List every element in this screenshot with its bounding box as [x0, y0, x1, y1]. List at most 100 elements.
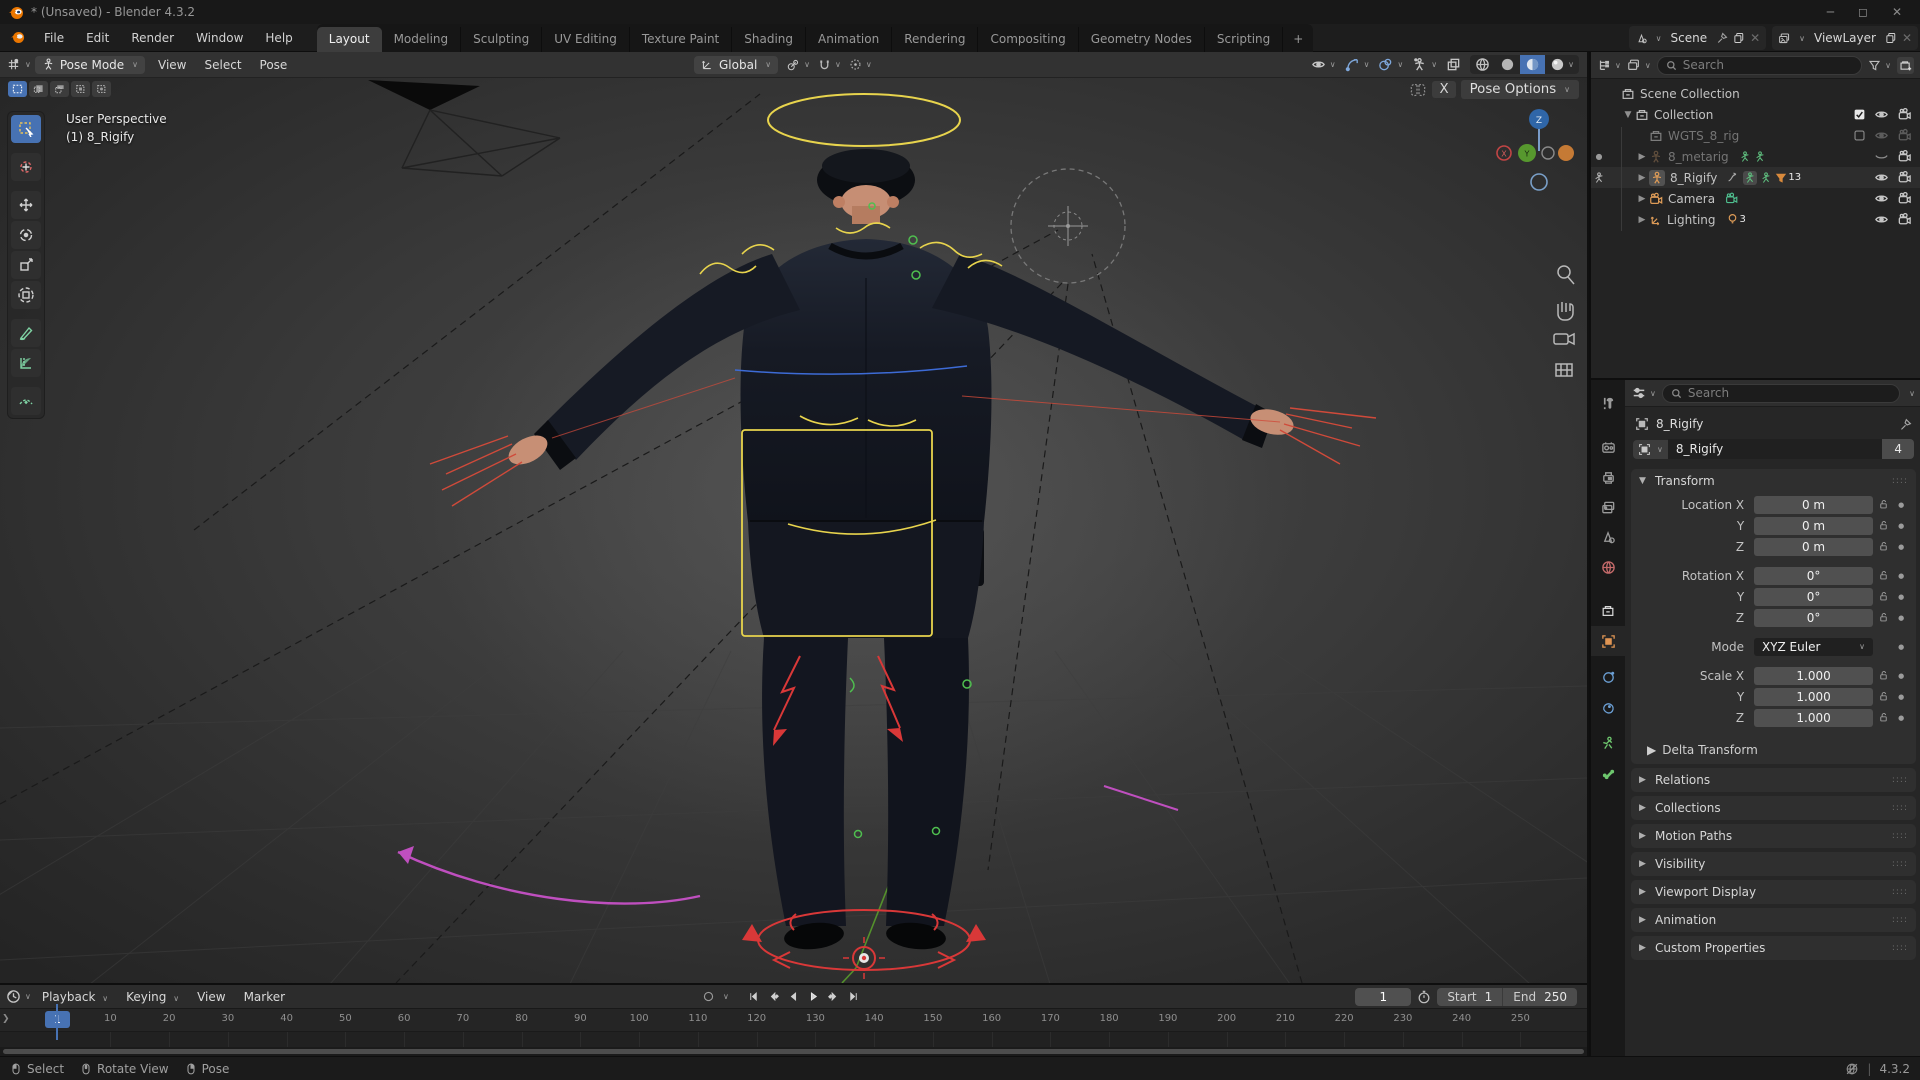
snap-magnet-dropdown[interactable]: ∨ — [818, 58, 841, 71]
shading-wireframe-button[interactable] — [1470, 55, 1495, 74]
tab-geometry-nodes[interactable]: Geometry Nodes — [1079, 26, 1205, 52]
display-mode-icon[interactable]: ∨ — [1627, 58, 1651, 72]
scrollbar-thumb[interactable] — [3, 1049, 1584, 1054]
xray-figure-toggle[interactable]: ∨ — [1412, 57, 1437, 72]
transform-panel-header[interactable]: ▼ Transform :::: — [1631, 469, 1916, 493]
panel-header[interactable]: ▶ Custom Properties:::: — [1631, 936, 1916, 960]
drag-handle-icon[interactable]: :::: — [1892, 887, 1908, 897]
funnel-filter-icon[interactable]: ∨ — [1868, 59, 1891, 72]
app-menu-icon[interactable] — [0, 29, 26, 46]
select-mode-intersect[interactable] — [92, 81, 111, 97]
tool-move[interactable] — [11, 191, 41, 219]
properties-tab-scene[interactable] — [1591, 522, 1625, 552]
pin-icon[interactable] — [1899, 418, 1912, 431]
chevron-down-icon[interactable]: ▼ — [1621, 110, 1635, 120]
tab-rendering[interactable]: Rendering — [892, 26, 979, 52]
timeline-editor-icon[interactable]: ∨ — [6, 989, 31, 1004]
funnel-orange-icon[interactable] — [1775, 172, 1787, 184]
chevron-right-icon[interactable]: ▶ — [1635, 215, 1649, 225]
properties-tab-physics[interactable] — [1591, 692, 1625, 722]
viewport-menu-select[interactable]: Select — [196, 55, 251, 75]
outliner-search-input[interactable]: Search — [1656, 55, 1863, 75]
properties-search-input[interactable]: Search — [1661, 383, 1901, 403]
value-field[interactable]: 0 m — [1754, 495, 1873, 514]
datablock-name-field[interactable]: 8_Rigify — [1667, 439, 1883, 459]
network-offline-icon[interactable] — [1845, 1062, 1859, 1076]
animate-dot-icon[interactable]: ● — [1894, 643, 1908, 651]
tab-texture-paint[interactable]: Texture Paint — [630, 26, 733, 52]
value-field[interactable]: 1.000 — [1754, 687, 1873, 706]
lock-icon[interactable] — [1873, 541, 1894, 552]
properties-tab-output[interactable] — [1591, 462, 1625, 492]
checkbox-on-icon[interactable] — [1853, 108, 1866, 121]
animate-dot-icon[interactable]: ● — [1894, 614, 1908, 622]
properties-tab-object-data[interactable] — [1591, 728, 1625, 758]
current-frame-field[interactable]: 1 — [1355, 987, 1412, 1006]
outliner-row[interactable]: ▶ Camera — [1591, 188, 1920, 209]
select-mode-set[interactable] — [8, 81, 27, 97]
title-bar[interactable]: * (Unsaved) - Blender 4.3.2 ─ ◻ ✕ — [0, 0, 1920, 24]
animate-dot-icon[interactable]: ● — [1894, 522, 1908, 530]
outliner-item-label[interactable]: 8_Rigify — [1670, 171, 1717, 185]
play-button[interactable] — [805, 989, 822, 1005]
value-field[interactable]: 1.000 — [1754, 666, 1873, 685]
orientation-dropdown[interactable]: Global ∨ — [694, 55, 779, 74]
maximize-icon[interactable]: ◻ — [1858, 5, 1868, 19]
prev-key-button[interactable] — [765, 989, 782, 1005]
panel-header[interactable]: ▶ Visibility:::: — [1631, 852, 1916, 876]
properties-tab-collection[interactable] — [1591, 596, 1625, 626]
pose-figure-grn-icon[interactable] — [1760, 171, 1772, 184]
viewlayer-selector[interactable]: ∨ ViewLayer ✕ — [1772, 26, 1918, 50]
filter-tree-icon[interactable]: ∨ — [1597, 58, 1621, 72]
tool-transform[interactable] — [11, 281, 41, 309]
outliner-item-label[interactable]: Scene Collection — [1640, 87, 1740, 101]
end-frame-field[interactable]: End 250 — [1502, 987, 1577, 1006]
properties-tab-render[interactable] — [1591, 432, 1625, 462]
viewlayer-name[interactable]: ViewLayer — [1810, 31, 1880, 45]
camera-restrict-icon[interactable] — [1897, 107, 1912, 122]
add-workspace-tab[interactable]: + — [1283, 27, 1313, 52]
close-icon[interactable]: ✕ — [1892, 5, 1902, 19]
tab-scripting[interactable]: Scripting — [1205, 26, 1284, 52]
proportional-edit-dropdown[interactable]: ∨ — [849, 58, 872, 71]
checkbox-off-icon[interactable] — [1853, 129, 1866, 142]
copy-icon[interactable] — [1733, 32, 1745, 44]
properties-tab-constraints[interactable] — [1591, 662, 1625, 692]
shading-solid-button[interactable] — [1495, 55, 1520, 74]
outliner-row[interactable]: WGTS_8_rig — [1591, 125, 1920, 146]
drag-handle-icon[interactable]: :::: — [1892, 831, 1908, 841]
lock-icon[interactable] — [1873, 712, 1894, 723]
pivot-point-dropdown[interactable]: ∨ — [786, 58, 810, 72]
value-field[interactable]: 0 m — [1754, 537, 1873, 556]
viewport-menu-view[interactable]: View — [149, 55, 195, 75]
tool-rotate[interactable] — [11, 221, 41, 249]
drag-handle-icon[interactable]: :::: — [1892, 859, 1908, 869]
copy-icon[interactable] — [1885, 32, 1897, 44]
tool-breakdowner[interactable] — [11, 387, 41, 415]
properties-options-caret[interactable]: ∨ — [1909, 389, 1915, 398]
select-mode-invert[interactable] — [71, 81, 90, 97]
scene-name[interactable]: Scene — [1666, 31, 1711, 45]
tool-annotate[interactable] — [11, 319, 41, 347]
tab-animation[interactable]: Animation — [806, 26, 893, 52]
drag-handle-icon[interactable]: :::: — [1892, 803, 1908, 813]
outliner-row[interactable]: ▼ Collection — [1591, 104, 1920, 125]
camera-data-icon[interactable] — [1725, 192, 1738, 205]
timeline-menu-view[interactable]: View — [188, 987, 234, 1007]
datablock-browse-dropdown[interactable]: ∨ — [1633, 439, 1668, 459]
panel-header[interactable]: ▶ Motion Paths:::: — [1631, 824, 1916, 848]
chevron-right-icon[interactable]: ▶ — [1635, 152, 1649, 162]
menu-file[interactable]: File — [34, 28, 74, 48]
stopwatch-icon[interactable] — [1417, 990, 1431, 1004]
prev-frame-button[interactable] — [785, 989, 802, 1005]
camera-restrict-icon[interactable] — [1897, 191, 1912, 206]
tab-shading[interactable]: Shading — [732, 26, 806, 52]
viewport-menu-pose[interactable]: Pose — [251, 55, 297, 75]
properties-tab-world[interactable] — [1591, 552, 1625, 582]
tab-modeling[interactable]: Modeling — [382, 26, 462, 52]
pose-options-dropdown[interactable]: Pose Options ∨ — [1460, 80, 1579, 99]
lock-icon[interactable] — [1873, 570, 1894, 581]
auto-key-button[interactable] — [700, 989, 717, 1005]
timeline-ruler[interactable]: ❯ 1 102030405060708090100110120130140150… — [0, 1009, 1587, 1031]
gizmo-toggle[interactable]: ∨ — [1345, 57, 1369, 72]
